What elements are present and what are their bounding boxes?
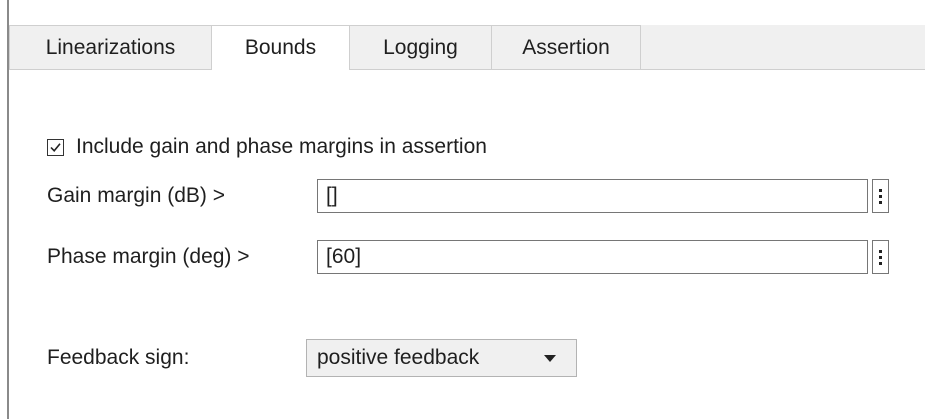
phase-margin-label: Phase margin (deg) >: [47, 245, 250, 268]
feedback-sign-value: positive feedback: [317, 346, 480, 369]
include-margins-row: Include gain and phase margins in assert…: [47, 132, 487, 162]
feedback-sign-label: Feedback sign:: [47, 346, 190, 369]
phase-margin-field[interactable]: [60]: [317, 240, 868, 274]
tab-bar: Linearizations Bounds Logging Assertion: [9, 25, 925, 70]
tab-linearizations[interactable]: Linearizations: [9, 25, 212, 69]
vertical-ellipsis-icon: [879, 188, 882, 192]
gain-margin-menu-button[interactable]: [872, 179, 889, 213]
tab-bounds[interactable]: Bounds: [211, 25, 350, 70]
include-margins-label: Include gain and phase margins in assert…: [76, 135, 487, 158]
tab-logging[interactable]: Logging: [349, 25, 492, 69]
feedback-sign-dropdown[interactable]: positive feedback: [306, 339, 577, 377]
gain-margin-label: Gain margin (dB) >: [47, 184, 225, 207]
phase-margin-menu-button[interactable]: [872, 240, 889, 274]
check-icon: [50, 142, 61, 152]
gain-margin-field[interactable]: []: [317, 179, 868, 213]
tab-assertion[interactable]: Assertion: [491, 25, 641, 69]
include-margins-checkbox[interactable]: [47, 138, 64, 156]
vertical-ellipsis-icon: [879, 249, 882, 253]
caret-down-icon: [544, 355, 556, 362]
